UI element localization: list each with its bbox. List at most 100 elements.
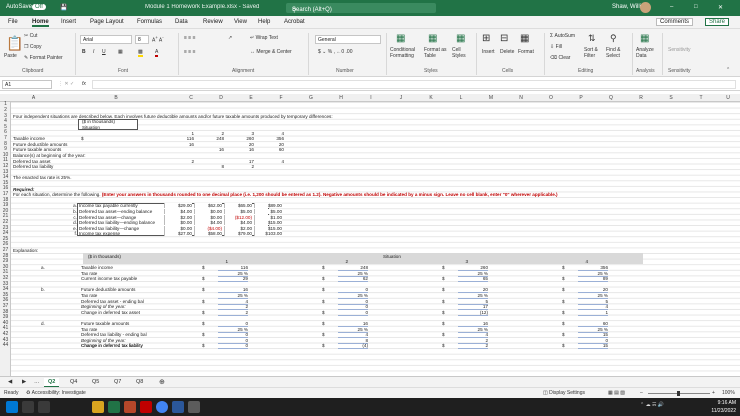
excel-taskbar-icon[interactable] (108, 401, 120, 413)
input-value[interactable]: 356 (256, 136, 284, 141)
insert-cells-button[interactable]: Insert (482, 49, 495, 55)
column-header[interactable]: A (11, 95, 56, 101)
fill-color-icon[interactable]: ▩ (138, 49, 143, 57)
explanation-label[interactable]: Beginning of the year: (81, 338, 126, 343)
explanation-value[interactable]: 29 (218, 276, 248, 283)
sensitivity-button[interactable]: Sensitivity (668, 47, 691, 53)
maximize-icon[interactable]: □ (694, 4, 698, 10)
column-header[interactable]: R (626, 95, 656, 101)
explanation-letter[interactable]: a. (41, 265, 45, 270)
explanation-letter[interactable]: d. (41, 321, 45, 326)
column-header[interactable]: T (686, 95, 716, 101)
zoom-in-icon[interactable]: + (712, 390, 715, 396)
column-header[interactable]: H (326, 95, 356, 101)
explanation-value[interactable]: 89 (578, 276, 608, 283)
explanation-value[interactable]: (4) (338, 343, 368, 350)
answer-input[interactable]: $27.00 (164, 231, 192, 237)
dollar-sign[interactable]: $ (442, 299, 445, 304)
answer-label[interactable]: Deferred tax asset—change (79, 215, 136, 220)
zoom-slider-thumb[interactable] (677, 391, 680, 396)
explanation-situation-number[interactable]: 3 (458, 259, 468, 264)
answer-label[interactable]: Income tax payable currently (79, 203, 138, 208)
situation-number[interactable]: 4 (256, 131, 284, 136)
share-button[interactable]: Share (705, 18, 730, 26)
column-header[interactable]: G (296, 95, 326, 101)
input-label[interactable]: Future deductible amounts (13, 142, 67, 147)
explanation-value[interactable]: (12) (458, 310, 488, 316)
answer-letter[interactable]: a. (57, 203, 77, 208)
column-header[interactable]: I (356, 95, 386, 101)
intro-text[interactable]: Four independent situations are describe… (13, 114, 333, 119)
formula-input[interactable] (92, 80, 736, 89)
row-header[interactable]: 44 (0, 343, 11, 348)
delete-cells-icon[interactable]: ⊟ (500, 33, 508, 44)
input-label[interactable]: Balance(s) at beginning of the year: (13, 153, 86, 158)
situation-number[interactable]: 2 (196, 131, 224, 136)
explanation-label[interactable]: Beginning of the year: (81, 304, 126, 309)
situation-number[interactable]: 3 (226, 131, 254, 136)
search-taskbar-icon[interactable] (22, 401, 34, 413)
clock-date[interactable]: 11/23/2022 (702, 408, 736, 414)
explanation-situation-number[interactable]: 4 (578, 259, 588, 264)
autosum-button[interactable]: Σ AutoSum (550, 33, 575, 39)
explanation-label[interactable]: Future deductible amounts (81, 287, 135, 292)
input-value[interactable]: 20 (226, 142, 254, 147)
copy-button[interactable]: ❐ Copy (24, 44, 42, 50)
dollar-sign[interactable]: $ (562, 299, 565, 304)
dollar-sign[interactable]: $ (202, 276, 205, 281)
menu-home[interactable]: Home (32, 19, 49, 27)
dollar-sign[interactable]: $ (442, 276, 445, 281)
explanation-value[interactable]: 2 (458, 343, 488, 350)
dollar-sign[interactable]: $ (202, 343, 205, 348)
column-header[interactable]: B (56, 95, 176, 101)
format-as-table-button[interactable]: Format as Table (424, 47, 450, 59)
dollar-sign[interactable]: $ (202, 287, 205, 292)
answer-input[interactable]: $15.00 (254, 220, 282, 226)
explanation-thousands-label[interactable]: ($ in thousands) (88, 254, 121, 259)
explanation-situation-number[interactable]: 2 (338, 259, 348, 264)
column-header[interactable]: L (446, 95, 476, 101)
explanation-label[interactable]: Deferred tax asset - ending bal (81, 299, 144, 304)
dollar-sign[interactable]: $ (202, 299, 205, 304)
input-value[interactable]: 2 (226, 164, 254, 169)
cell-styles-button[interactable]: Cell Styles (452, 47, 472, 59)
answer-label[interactable]: Deferred tax liability—ending balance (79, 220, 155, 225)
answer-letter[interactable]: d. (57, 220, 77, 225)
collapse-ribbon-icon[interactable]: ⌃ (726, 67, 730, 73)
answer-letter[interactable]: e. (57, 226, 77, 231)
input-value[interactable]: 17 (226, 159, 254, 164)
answer-input[interactable]: $5.00 (254, 208, 282, 214)
answer-label[interactable]: Income tax expense (79, 231, 120, 236)
add-sheet-icon[interactable]: ⊕ (155, 377, 169, 387)
analyze-data-icon[interactable]: ▦ (640, 33, 649, 44)
dollar-sign[interactable]: $ (322, 287, 325, 292)
input-value[interactable]: 116 (166, 136, 194, 141)
explanation-label[interactable]: Taxable income (81, 265, 113, 270)
analyze-data-button[interactable]: Analyze Data (636, 47, 658, 59)
comments-button[interactable]: Comments (656, 18, 694, 26)
column-header[interactable]: O (536, 95, 566, 101)
answer-letter[interactable]: c. (57, 215, 77, 220)
answer-input[interactable]: $2.00 (224, 225, 252, 231)
explanation-label[interactable]: Future taxable amounts (81, 321, 129, 326)
fill-button[interactable]: ⇩ Fill (550, 44, 562, 50)
instructions[interactable]: For each situation, determine the follow… (13, 192, 558, 197)
minimize-icon[interactable]: – (670, 4, 673, 10)
column-header[interactable]: E (236, 95, 266, 101)
explanation-label[interactable]: Current income tax payable (81, 276, 137, 281)
input-value[interactable]: 16 (226, 147, 254, 152)
merge-center-button[interactable]: ↔ Merge & Center (250, 49, 292, 55)
dollar-sign[interactable]: $ (562, 332, 565, 337)
accounting-format-icon[interactable]: $ ⌄ % , ←0 .00 (318, 49, 352, 55)
dollar-sign[interactable]: $ (562, 265, 565, 270)
column-header[interactable]: U (716, 95, 740, 101)
column-header[interactable]: M (476, 95, 506, 101)
dollar-sign[interactable]: $ (442, 332, 445, 337)
menu-acrobat[interactable]: Acrobat (284, 19, 305, 25)
font-size-select[interactable]: 8 (135, 35, 149, 44)
conditional-formatting-icon[interactable]: ▦ (396, 33, 405, 44)
column-header[interactable]: J (386, 95, 416, 101)
required-heading[interactable]: Required: (13, 187, 34, 192)
display-settings-button[interactable]: ◫ Display Settings (543, 390, 585, 396)
situation-label[interactable]: Situation (82, 125, 100, 130)
